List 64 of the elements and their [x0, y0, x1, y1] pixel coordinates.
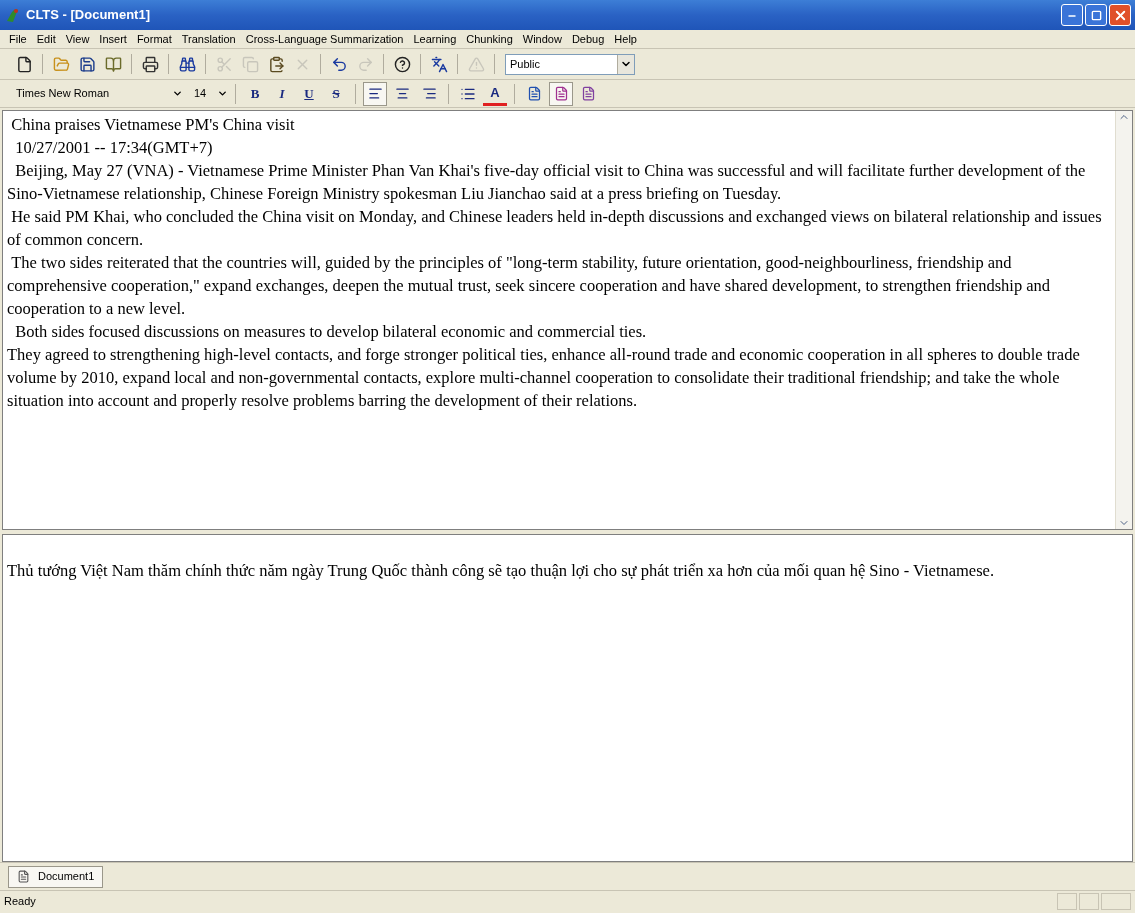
text-paragraph: Both sides focused discussions on measures to develop bilateral economic and commercial ties.	[14, 321, 648, 343]
text-paragraph: They agreed to strengthening high-level contacts, and forge stronger political ties, enhance all-round trade and economic cooperation in all spheres to double trade volume by 2010, expand local and non-governmental contacts, explore multi-channel cooperation to consolidate their traditional friendship; and take the whole situation into account and properly resolve problems barring the development of their relations.	[7, 344, 1081, 412]
menu-item[interactable]: Debug	[566, 30, 610, 48]
text-paragraph: China praises Vietnamese PM's China visit	[10, 114, 296, 136]
close-button[interactable]	[1109, 4, 1131, 26]
print-icon	[141, 55, 159, 73]
summary-paragraph: Thủ tướng Việt Nam thăm chính thức năm ngày Trung Quốc thành công sẽ tạo thuận lợi cho sự phát triển xa hơn của mối quan hệ Sino - Vietnamese.	[7, 560, 996, 582]
document-icon	[17, 870, 30, 883]
menu-item[interactable]: Learning	[408, 30, 462, 48]
window-title: CLTS - [Document1]	[26, 6, 150, 25]
redo-icon	[356, 55, 374, 73]
document-tab[interactable]: Document1	[8, 865, 104, 888]
font-size-select[interactable]: 14	[190, 83, 228, 104]
menu-item[interactable]: Translation	[176, 30, 241, 48]
text-paragraph: Beijing, May 27 (VNA) - Vietnamese Prime Minister Phan Van Khai's five-day official visit to China was successful and will facilitate further development of the Sino-Vietnamese relationship, Chinese Foreign Ministry spokesman Liu Jianchao said at a press briefing on Tuesday.	[7, 160, 1087, 205]
cut-icon	[215, 55, 233, 73]
menu-item[interactable]: Chunking	[461, 30, 518, 48]
align-center-icon	[394, 86, 410, 101]
status-panel	[1057, 893, 1077, 910]
undo-icon	[330, 55, 348, 73]
status-panel	[1079, 893, 1099, 910]
profile-select[interactable]: Public	[505, 53, 635, 75]
status-panel	[1101, 893, 1131, 910]
new-file-icon	[15, 55, 33, 73]
help-icon	[393, 55, 411, 73]
status-text: Ready	[4, 894, 36, 910]
save-icon	[78, 55, 96, 73]
menu-item[interactable]: Window	[517, 30, 567, 48]
warning-icon	[467, 55, 485, 73]
menu-item[interactable]: Format	[131, 30, 177, 48]
summary-text-pane[interactable]: Thủ tướng Việt Nam thăm chính thức năm ngày Trung Quốc thành công sẽ tạo thuận lợi cho sự phát triển xa hơn của mối quan hệ Sino - Vietnamese.	[2, 534, 1133, 862]
copy-icon	[241, 55, 259, 73]
document-icon	[580, 86, 596, 101]
view-mode-button[interactable]	[549, 81, 573, 106]
minimize-button[interactable]	[1061, 4, 1083, 26]
document-icon	[553, 86, 569, 101]
menu-item[interactable]: Help	[609, 30, 642, 48]
menu-item[interactable]: Cross-Language Summarization	[240, 30, 409, 48]
open-folder-icon	[52, 55, 70, 73]
text-paragraph: 10/27/2001 -- 17:34(GMT+7)	[14, 137, 214, 159]
italic-button[interactable]: I	[270, 81, 294, 106]
align-left-button[interactable]	[363, 81, 387, 106]
restore-button[interactable]	[1085, 4, 1107, 26]
binoculars-icon	[178, 55, 196, 73]
paste-icon	[267, 55, 285, 73]
scrollbar[interactable]	[1115, 111, 1132, 529]
font-select[interactable]: Times New Roman	[12, 83, 187, 104]
menu-item[interactable]: File	[4, 30, 32, 48]
book-icon	[104, 55, 122, 73]
menu-item[interactable]: Edit	[31, 30, 61, 48]
align-right-icon	[421, 86, 437, 101]
align-left-icon	[367, 86, 383, 101]
menu-item[interactable]: View	[60, 30, 95, 48]
strike-button[interactable]: S	[324, 81, 348, 106]
text-paragraph: The two sides reiterated that the countries will, guided by the principles of "long-term stability, future orientation, good-neighbourliness, friendship and comprehensive cooperation," expand exchanges, deepen the mutual trust, seek sincere cooperation and have shared development, to strengthen friendship and cooperation to a new level.	[7, 252, 1052, 320]
document-icon	[526, 86, 542, 101]
text-paragraph: He said PM Khai, who concluded the China visit on Monday, and Chinese leaders held in-depth discussions and exchanged views on bilateral relationship and issues of common concern.	[7, 206, 1103, 251]
menu-item[interactable]: Insert	[94, 30, 132, 48]
font-color-button[interactable]: A	[483, 81, 507, 106]
restore-icon	[1090, 9, 1102, 21]
translate-icon	[430, 55, 448, 73]
underline-button[interactable]: U	[297, 81, 321, 106]
source-text-pane[interactable]	[2, 110, 1133, 530]
bold-button[interactable]: B	[243, 81, 267, 106]
